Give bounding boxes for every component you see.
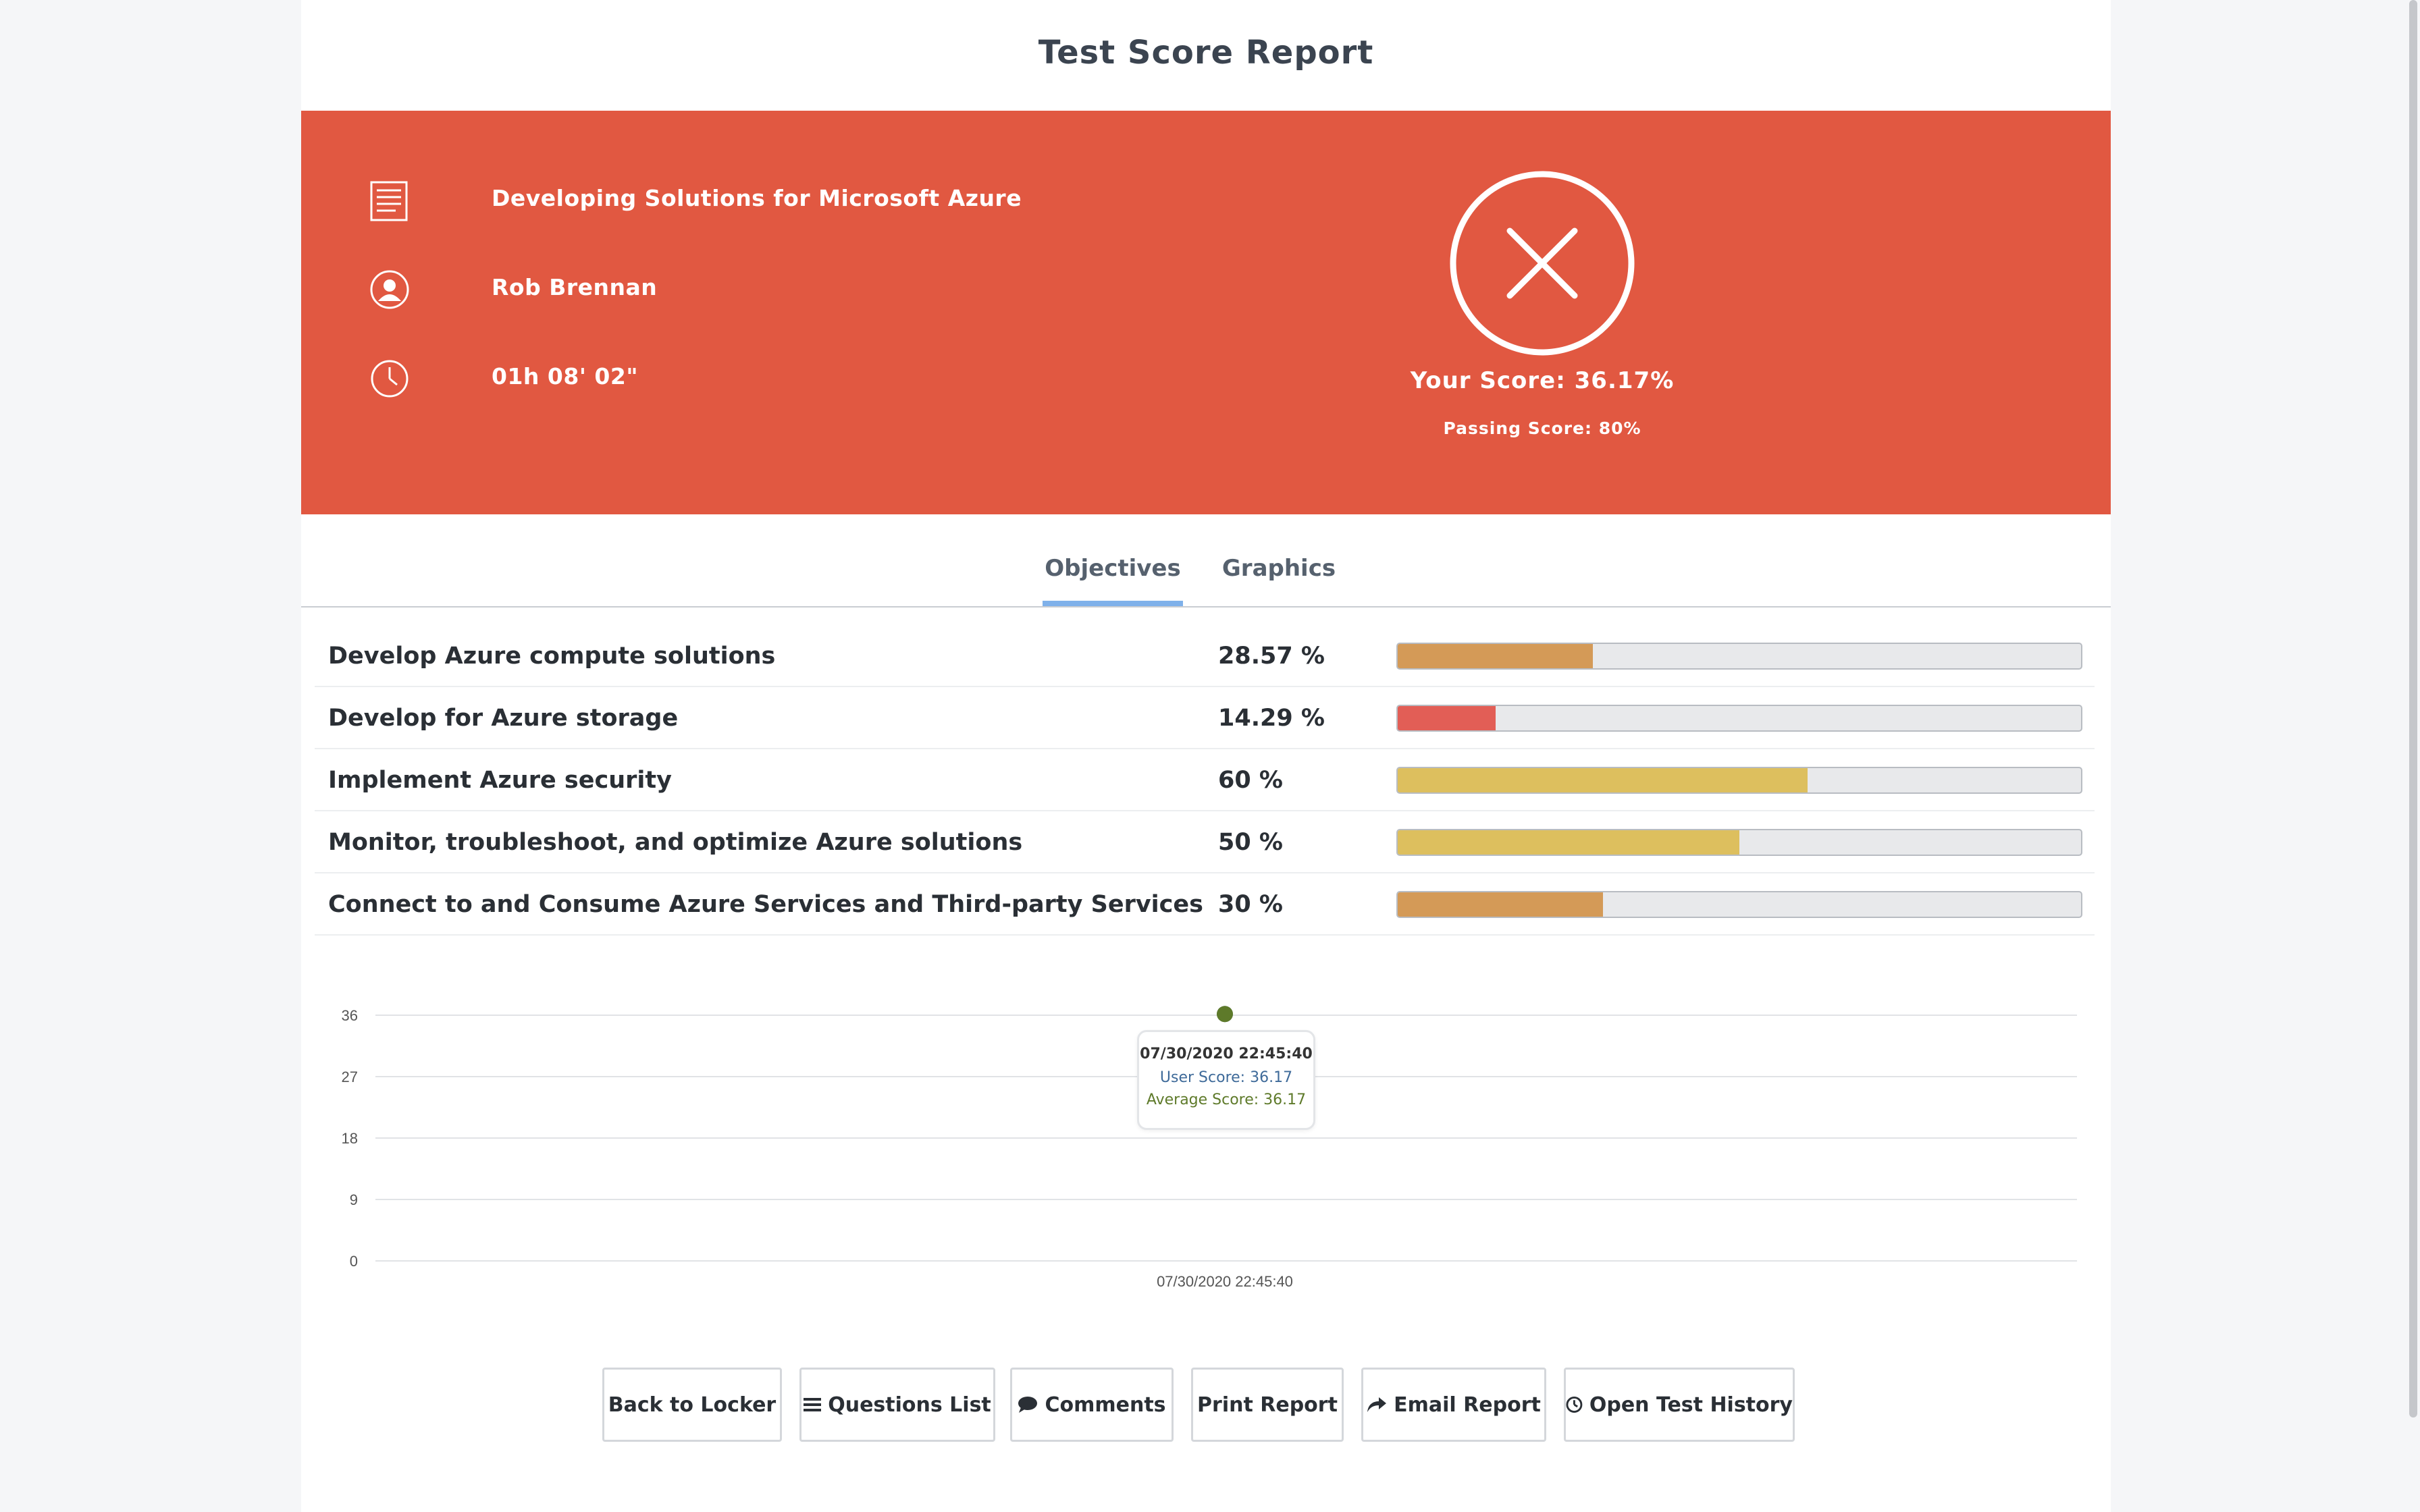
y-tick-label: 27 [342, 1069, 358, 1085]
open-test-history-label: Open Test History [1589, 1393, 1793, 1417]
objective-progress-fill [1398, 706, 1496, 730]
tooltip-date: 07/30/2020 22:45:40 [1140, 1046, 1313, 1062]
objective-progress-bar [1396, 767, 2082, 794]
objective-progress-fill [1398, 892, 1603, 917]
objective-progress-bar [1396, 705, 2082, 732]
chart-tooltip: 07/30/2020 22:45:40 User Score: 36.17 Av… [1137, 1030, 1315, 1130]
objective-row: Implement Azure security 60 % [315, 749, 2095, 811]
email-report-label: Email Report [1394, 1393, 1541, 1417]
y-tick-label: 18 [342, 1130, 358, 1147]
comment-icon [1018, 1397, 1038, 1413]
objective-progress-fill [1398, 644, 1594, 668]
clock-icon [371, 360, 409, 398]
objective-row: Monitor, troubleshoot, and optimize Azur… [315, 811, 2095, 873]
open-test-history-button[interactable]: Open Test History [1564, 1368, 1795, 1442]
share-icon [1367, 1397, 1387, 1412]
objective-row: Develop Azure compute solutions 28.57 % [315, 625, 2095, 687]
questions-list-label: Questions List [828, 1393, 991, 1417]
objective-percent: 50 % [1218, 829, 1283, 856]
objective-percent: 14.29 % [1218, 705, 1325, 732]
back-to-locker-label: Back to Locker [608, 1393, 777, 1417]
objective-name: Develop Azure compute solutions [328, 643, 776, 670]
print-report-button[interactable]: Print Report [1191, 1368, 1344, 1442]
y-tick-label: 0 [350, 1253, 358, 1270]
report-tabs: Objectives Graphics [301, 514, 2111, 608]
objective-name: Develop for Azure storage [328, 705, 679, 732]
tab-objectives[interactable]: Objectives [1043, 555, 1183, 606]
user-name: Rob Brennan [492, 274, 658, 300]
tooltip-average-score: Average Score: 36.17 [1146, 1091, 1307, 1108]
fail-x-icon [1450, 171, 1635, 356]
your-score: Your Score: 36.17% [1410, 367, 1675, 394]
page-title: Test Score Report [1038, 34, 1374, 72]
objective-progress-fill [1398, 768, 1808, 792]
y-tick-label: 9 [350, 1191, 358, 1208]
email-report-button[interactable]: Email Report [1361, 1368, 1546, 1442]
report-page: Test Score Report Developing Solutions f… [301, 0, 2111, 1512]
passing-score: Passing Score: 80% [1443, 418, 1641, 438]
objective-progress-bar [1396, 891, 2082, 918]
user-icon [370, 270, 409, 309]
clock-icon [1566, 1397, 1583, 1413]
exam-name: Developing Solutions for Microsoft Azure [492, 185, 1022, 211]
comments-label: Comments [1045, 1393, 1166, 1417]
questions-list-button[interactable]: Questions List [799, 1368, 995, 1442]
scrollbar-thumb[interactable] [2409, 0, 2417, 1418]
tab-graphics[interactable]: Graphics [1213, 555, 1345, 606]
objective-progress-fill [1398, 830, 1739, 855]
objective-percent: 30 % [1218, 891, 1283, 918]
test-duration: 01h 08' 02" [492, 363, 639, 389]
x-tick-label: 07/30/2020 22:45:40 [1157, 1273, 1293, 1290]
print-report-label: Print Report [1197, 1393, 1338, 1417]
score-banner: Developing Solutions for Microsoft Azure… [301, 111, 2111, 514]
objective-row: Connect to and Consume Azure Services an… [315, 873, 2095, 936]
objective-name: Monitor, troubleshoot, and optimize Azur… [328, 829, 1023, 856]
average-score-point [1217, 1006, 1233, 1023]
back-to-locker-button[interactable]: Back to Locker [602, 1368, 782, 1442]
objective-percent: 60 % [1218, 767, 1283, 794]
comments-button[interactable]: Comments [1010, 1368, 1174, 1442]
document-icon [370, 181, 408, 221]
tooltip-user-score: User Score: 36.17 [1159, 1069, 1293, 1086]
objective-name: Implement Azure security [328, 767, 672, 794]
y-tick-label: 36 [342, 1007, 358, 1024]
objective-progress-bar [1396, 829, 2082, 856]
objective-progress-bar [1396, 643, 2082, 670]
page-scrollbar[interactable] [2406, 0, 2420, 1512]
list-icon [804, 1398, 822, 1411]
objective-percent: 28.57 % [1218, 643, 1325, 670]
objective-name: Connect to and Consume Azure Services an… [328, 891, 1203, 918]
objective-row: Develop for Azure storage 14.29 % [315, 687, 2095, 749]
